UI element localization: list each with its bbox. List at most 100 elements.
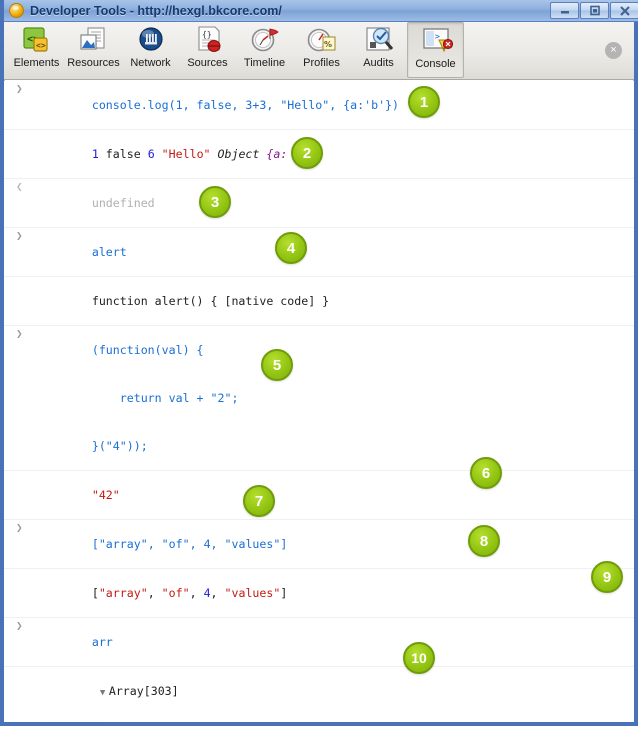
- input-prompt-icon: ❯: [16, 82, 23, 95]
- array-tree-root[interactable]: Array[303]: [4, 667, 634, 717]
- network-icon: [134, 25, 168, 56]
- log-text: arr: [91, 635, 113, 649]
- sources-icon: {}: [191, 25, 225, 56]
- svg-text:%: %: [324, 40, 332, 49]
- value-boolean: false: [98, 147, 148, 161]
- tab-resources[interactable]: Resources: [65, 22, 122, 78]
- annotation-badge-5: 5: [261, 349, 293, 381]
- value-number: 1: [91, 147, 99, 161]
- comma: ,: [147, 586, 162, 600]
- console-icon: >_ !: [419, 26, 453, 57]
- tab-resources-label: Resources: [67, 57, 120, 69]
- close-button[interactable]: [610, 2, 638, 19]
- bracket: [: [91, 586, 99, 600]
- tab-profiles[interactable]: % Profiles: [293, 22, 350, 78]
- log-text: return val + "2";: [91, 391, 239, 405]
- resources-icon: [77, 25, 111, 56]
- output-prompt-icon: ❮: [16, 180, 23, 193]
- annotation-badge-9: 9: [591, 561, 623, 593]
- comma: ,: [210, 586, 225, 600]
- log-text: console.log(1,: [91, 98, 197, 112]
- console-input-row[interactable]: ❯ console.log(1, false, 3+3, "Hello", {a:…: [4, 81, 634, 130]
- log-text: , 3+3,: [231, 98, 281, 112]
- console-input-row-cont[interactable]: }("4"));: [4, 422, 634, 471]
- minimize-button[interactable]: [550, 2, 579, 19]
- annotation-badge-2: 2: [291, 137, 323, 169]
- console-output-row: ["array", "of", 4, "values"]: [4, 569, 634, 618]
- console-return-row: ❮ undefined: [4, 179, 634, 228]
- annotation-badge-7: 7: [243, 485, 275, 517]
- log-text: "array": [98, 537, 148, 551]
- log-text: "Hello": [280, 98, 330, 112]
- comma: ,: [189, 586, 204, 600]
- value-string: "Hello": [154, 147, 218, 161]
- console-input-row[interactable]: ❯ arr: [4, 618, 634, 667]
- value-number: 4: [203, 586, 211, 600]
- console-output-row: "42": [4, 471, 634, 520]
- profiles-icon: %: [305, 25, 339, 56]
- tab-timeline[interactable]: Timeline: [236, 22, 293, 78]
- tab-elements-label: Elements: [13, 57, 60, 69]
- devtools-toolbar: <> <> Elements Resources Network {} Sour…: [4, 22, 634, 80]
- log-text: ,: [189, 537, 204, 551]
- log-text: "values": [224, 537, 281, 551]
- input-prompt-icon: ❯: [16, 619, 23, 632]
- console-input-row[interactable]: ❯ ["array", "of", 4, "values"]: [4, 520, 634, 569]
- log-text: ,: [210, 537, 225, 551]
- input-prompt-icon: ❯: [16, 229, 23, 242]
- annotation-badge-1: 1: [408, 86, 440, 118]
- window-title: Developer Tools - http://hexgl.bkcore.co…: [30, 3, 282, 18]
- console-input-row[interactable]: ❯ (function(val) {: [4, 326, 634, 374]
- tab-sources[interactable]: {} Sources: [179, 22, 236, 78]
- console-input-row-cont[interactable]: return val + "2";: [4, 374, 634, 422]
- window-titlebar: Developer Tools - http://hexgl.bkcore.co…: [4, 0, 638, 22]
- devtools-window-screenshot: Developer Tools - http://hexgl.bkcore.co…: [0, 0, 638, 740]
- console-output-row: function alert() { [native code] }: [4, 277, 634, 326]
- log-text: ,: [147, 537, 162, 551]
- value-number: 6: [147, 147, 155, 161]
- tab-profiles-label: Profiles: [303, 57, 340, 69]
- value-string: "of": [161, 586, 190, 600]
- disclosure-open-icon[interactable]: [100, 685, 109, 701]
- log-text: "of": [161, 537, 190, 551]
- svg-text:<>: <>: [36, 41, 46, 50]
- return-undefined: undefined: [91, 196, 155, 210]
- value-function: function alert() { [native code] }: [91, 294, 330, 308]
- log-text: , {a:'b'}): [329, 98, 400, 112]
- tab-elements[interactable]: <> <> Elements: [8, 22, 65, 78]
- annotation-badge-6: 6: [470, 457, 502, 489]
- elements-icon: <> <>: [20, 25, 54, 56]
- array-bucket-row[interactable]: [0 … 99]: [4, 717, 634, 722]
- timeline-icon: [248, 25, 282, 56]
- maximize-button[interactable]: [580, 2, 609, 19]
- close-circle-icon[interactable]: ×: [605, 42, 622, 59]
- log-text: false: [196, 98, 232, 112]
- value-string: "values": [224, 586, 281, 600]
- value-object-label: Object: [217, 147, 267, 161]
- annotation-badge-8: 8: [468, 525, 500, 557]
- tab-console-label: Console: [415, 58, 456, 70]
- tab-console[interactable]: >_ ! Console: [407, 22, 464, 78]
- tab-timeline-label: Timeline: [243, 57, 286, 69]
- window-frame: Developer Tools - http://hexgl.bkcore.co…: [0, 0, 638, 726]
- input-prompt-icon: ❯: [16, 521, 23, 534]
- annotation-badge-4: 4: [275, 232, 307, 264]
- tab-network[interactable]: Network: [122, 22, 179, 78]
- input-prompt-icon: ❯: [16, 327, 23, 340]
- value-string: "42": [91, 488, 120, 502]
- annotation-badge-3: 3: [199, 186, 231, 218]
- tab-audits[interactable]: Audits: [350, 22, 407, 78]
- log-text: (function(val) {: [91, 343, 204, 357]
- value-string: "array": [98, 586, 148, 600]
- console-panel[interactable]: ❯ console.log(1, false, 3+3, "Hello", {a:…: [4, 81, 634, 722]
- console-input-row[interactable]: ❯ alert: [4, 228, 634, 277]
- tab-audits-label: Audits: [363, 57, 394, 69]
- log-text: [: [91, 537, 99, 551]
- audits-icon: [362, 25, 396, 56]
- array-header: Array[303]: [108, 684, 179, 698]
- tab-network-label: Network: [130, 57, 171, 69]
- log-text: }("4"));: [91, 439, 148, 453]
- chrome-devtools-icon: [9, 3, 24, 18]
- svg-text:{}: {}: [202, 30, 212, 39]
- window-controls: [550, 2, 638, 19]
